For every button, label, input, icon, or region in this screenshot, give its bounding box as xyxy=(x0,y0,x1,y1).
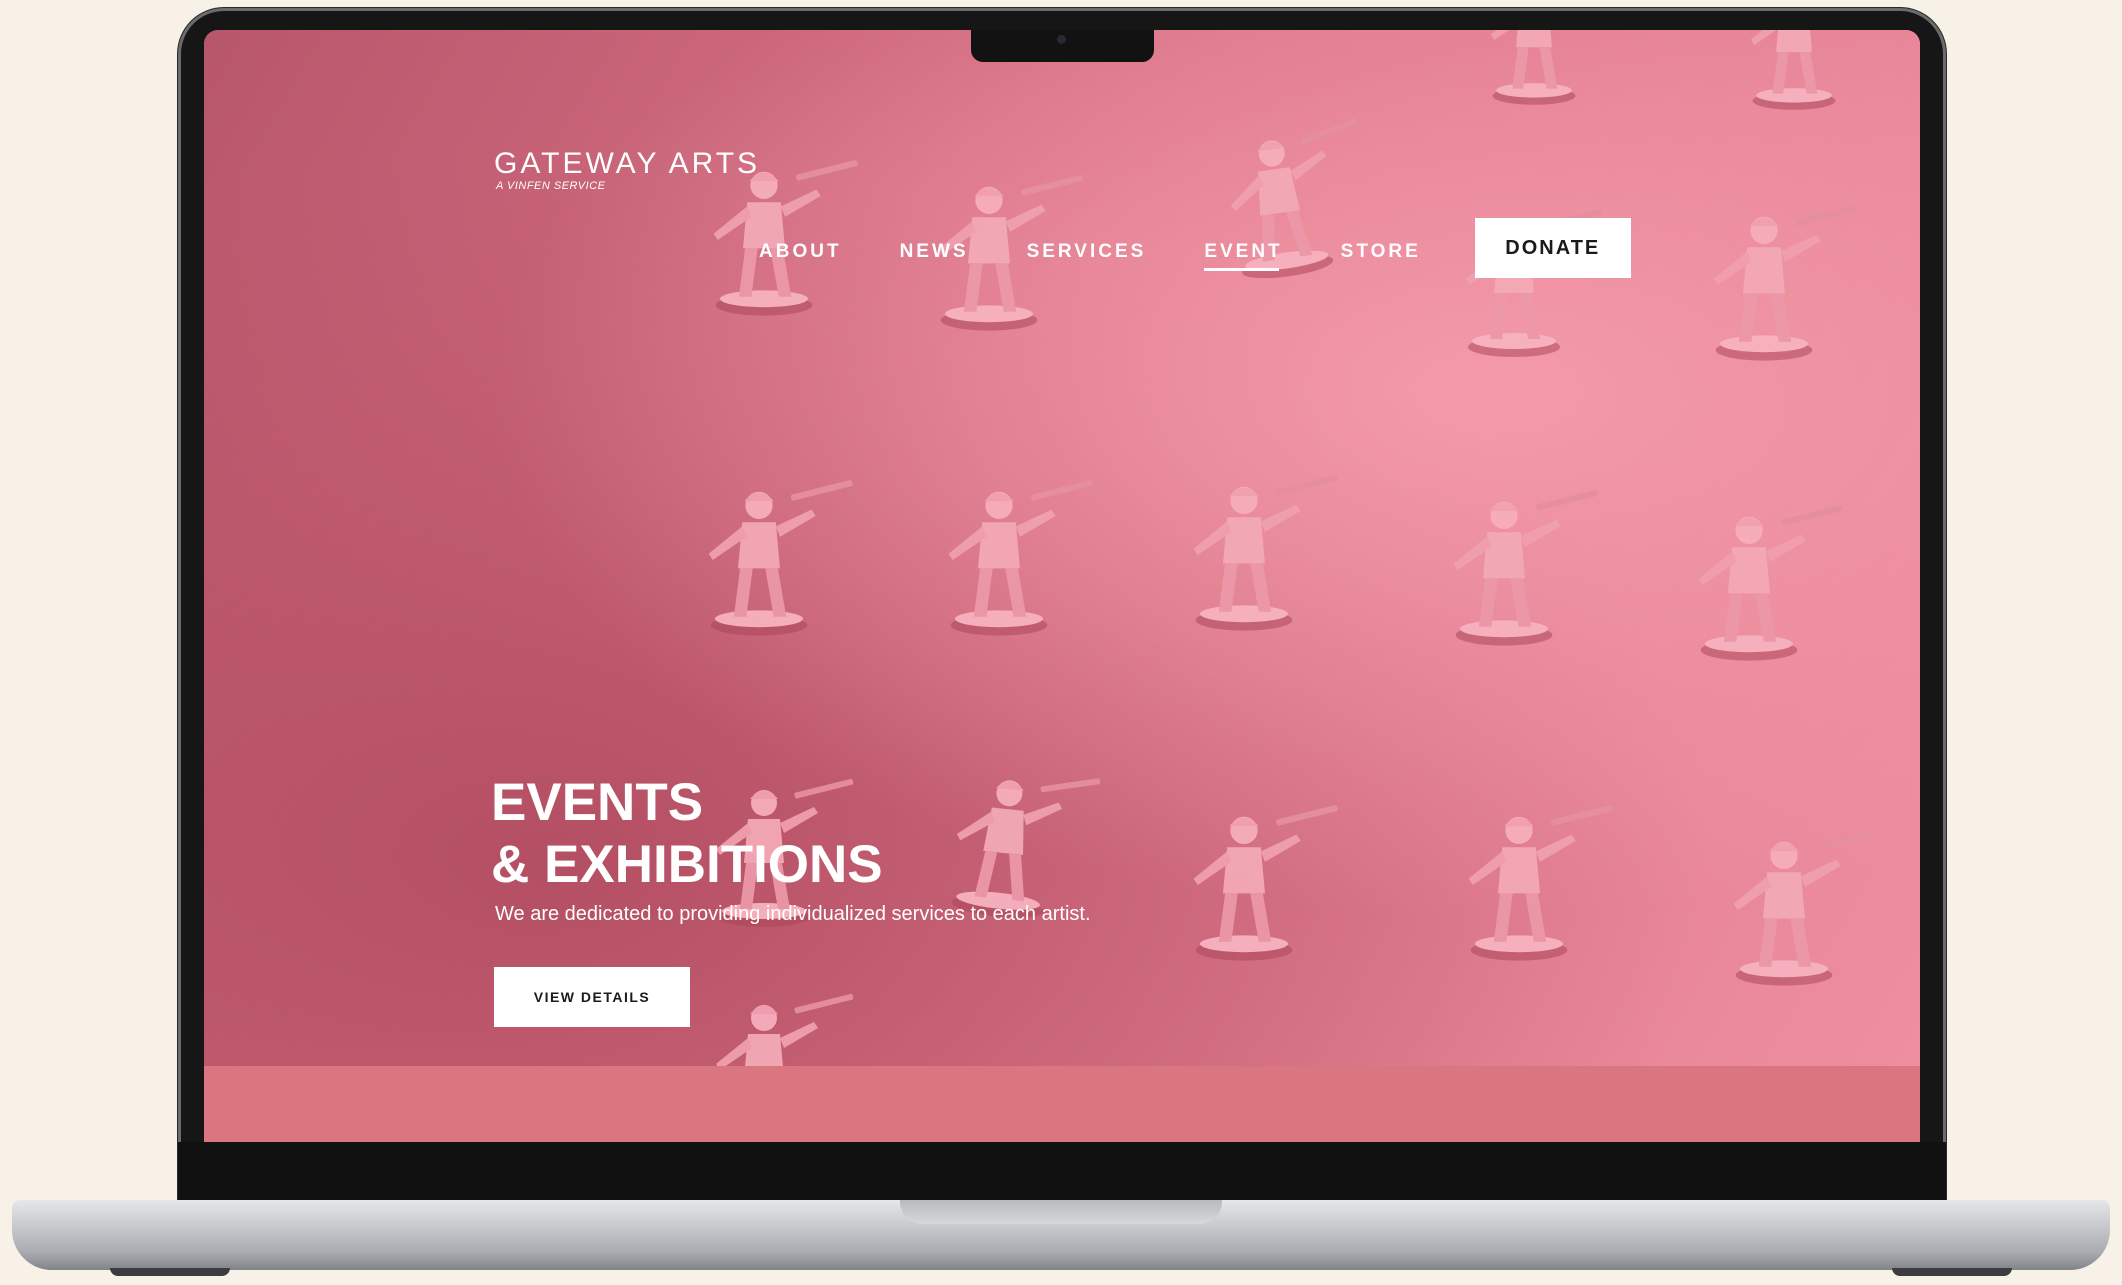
nav-item-store[interactable]: STORE xyxy=(1341,221,1421,275)
brand-name: GATEWAY ARTS xyxy=(494,147,761,180)
laptop-foot-right xyxy=(1892,1268,2012,1276)
nav-item-event[interactable]: EVENT xyxy=(1204,221,1282,275)
brand-tagline: A VINFEN SERVICE xyxy=(496,180,606,192)
main-nav: ABOUT NEWS SERVICES EVENT STORE DONATE xyxy=(759,218,1631,278)
view-details-button[interactable]: VIEW DETAILS xyxy=(494,967,690,1027)
site-logo[interactable]: GATEWAY ARTS A VINFEN SERVICE xyxy=(494,147,761,193)
camera-notch xyxy=(971,30,1154,62)
footer-band xyxy=(204,1066,1920,1142)
hero-title-line-2: & EXHIBITIONS xyxy=(491,835,883,894)
camera-icon xyxy=(1057,35,1066,44)
hero-title: EVENTS & EXHIBITIONS xyxy=(491,772,883,896)
screen-bottom-bezel xyxy=(178,1142,1946,1200)
laptop-foot-left xyxy=(110,1268,230,1276)
hero-title-line-1: EVENTS xyxy=(491,773,704,832)
hero-subtitle: We are dedicated to providing individual… xyxy=(495,903,1091,925)
nav-item-news[interactable]: NEWS xyxy=(900,221,969,275)
nav-item-services[interactable]: SERVICES xyxy=(1027,221,1147,275)
laptop-opening-notch xyxy=(900,1200,1222,1224)
website-screen: GATEWAY ARTS A VINFEN SERVICE ABOUT NEWS… xyxy=(204,30,1920,1142)
nav-item-about[interactable]: ABOUT xyxy=(759,221,842,275)
donate-button[interactable]: DONATE xyxy=(1474,218,1631,278)
